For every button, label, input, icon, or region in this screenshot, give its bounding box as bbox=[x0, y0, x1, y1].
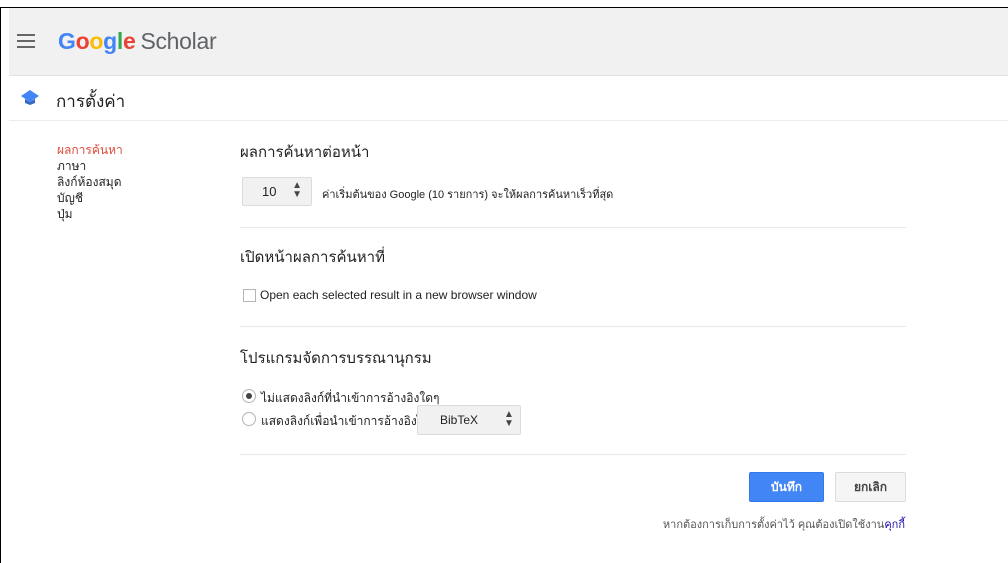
new-window-checkbox[interactable] bbox=[243, 289, 256, 302]
sidebar-item-languages[interactable]: ภาษา bbox=[57, 158, 123, 174]
sidebar-item-account[interactable]: บัญชี bbox=[57, 190, 123, 206]
bib-manager-title: โปรแกรมจัดการบรรณานุกรม bbox=[240, 350, 432, 367]
stepper-arrows-icon: ▲ ▼ bbox=[292, 180, 302, 200]
window-frame-top bbox=[0, 0, 1008, 8]
sidebar-item-library-links[interactable]: ลิงก์ห้องสมุด bbox=[57, 174, 123, 190]
cookie-link[interactable]: คุกกี้ bbox=[884, 519, 905, 531]
logo-product-name: Scholar bbox=[140, 28, 217, 54]
radio-show-import-links[interactable] bbox=[242, 412, 256, 426]
radio-no-import-links-label[interactable]: ไม่แสดงลิงก์ที่นำเข้าการอ้างอิงใดๆ bbox=[261, 389, 439, 408]
sidebar-item-button[interactable]: ปุ่ม bbox=[57, 206, 123, 222]
select-arrows-icon: ▲ ▼ bbox=[504, 409, 514, 429]
divider bbox=[240, 454, 906, 455]
page-title: การตั้งค่า bbox=[56, 92, 126, 111]
divider bbox=[240, 227, 906, 228]
cookie-note-text: หากต้องการเก็บการตั้งค่าไว้ คุณต้องเปิดใ… bbox=[662, 519, 885, 531]
page-title-bar: การตั้งค่า bbox=[9, 76, 1008, 121]
results-per-page-help: ค่าเริ่มต้นของ Google (10 รายการ) จะให้ผ… bbox=[322, 189, 614, 201]
new-window-checkbox-label[interactable]: Open each selected result in a new brows… bbox=[260, 288, 537, 302]
window-frame-left bbox=[0, 7, 1, 563]
cancel-button[interactable]: ยกเลิก bbox=[835, 472, 906, 502]
google-scholar-logo[interactable]: Google Scholar bbox=[58, 28, 217, 55]
hamburger-menu-icon[interactable] bbox=[17, 34, 37, 50]
cookie-note: หากต้องการเก็บการตั้งค่าไว้ คุณต้องเปิดใ… bbox=[663, 515, 905, 533]
radio-no-import-links[interactable] bbox=[242, 389, 256, 403]
divider bbox=[240, 326, 906, 327]
sidebar-item-results[interactable]: ผลการค้นหา bbox=[57, 142, 123, 158]
top-header: Google Scholar bbox=[9, 8, 1008, 76]
open-results-title: เปิดหน้าผลการค้นหาที่ bbox=[240, 249, 385, 266]
graduation-cap-icon bbox=[21, 90, 39, 105]
results-per-page-select[interactable]: 10 ▲ ▼ bbox=[242, 177, 312, 206]
citation-format-select[interactable]: BibTeX ▲ ▼ bbox=[417, 405, 521, 435]
radio-show-import-links-label[interactable]: แสดงลิงก์เพื่อนำเข้าการอ้างอิงไปที่ bbox=[261, 412, 438, 431]
results-per-page-title: ผลการค้นหาต่อหน้า bbox=[240, 144, 370, 161]
citation-format-value: BibTeX bbox=[440, 413, 479, 427]
settings-sidebar: ผลการค้นหา ภาษา ลิงก์ห้องสมุด บัญชี ปุ่ม bbox=[57, 142, 123, 222]
save-button[interactable]: บันทึก bbox=[749, 472, 824, 502]
results-per-page-value: 10 bbox=[262, 184, 277, 199]
